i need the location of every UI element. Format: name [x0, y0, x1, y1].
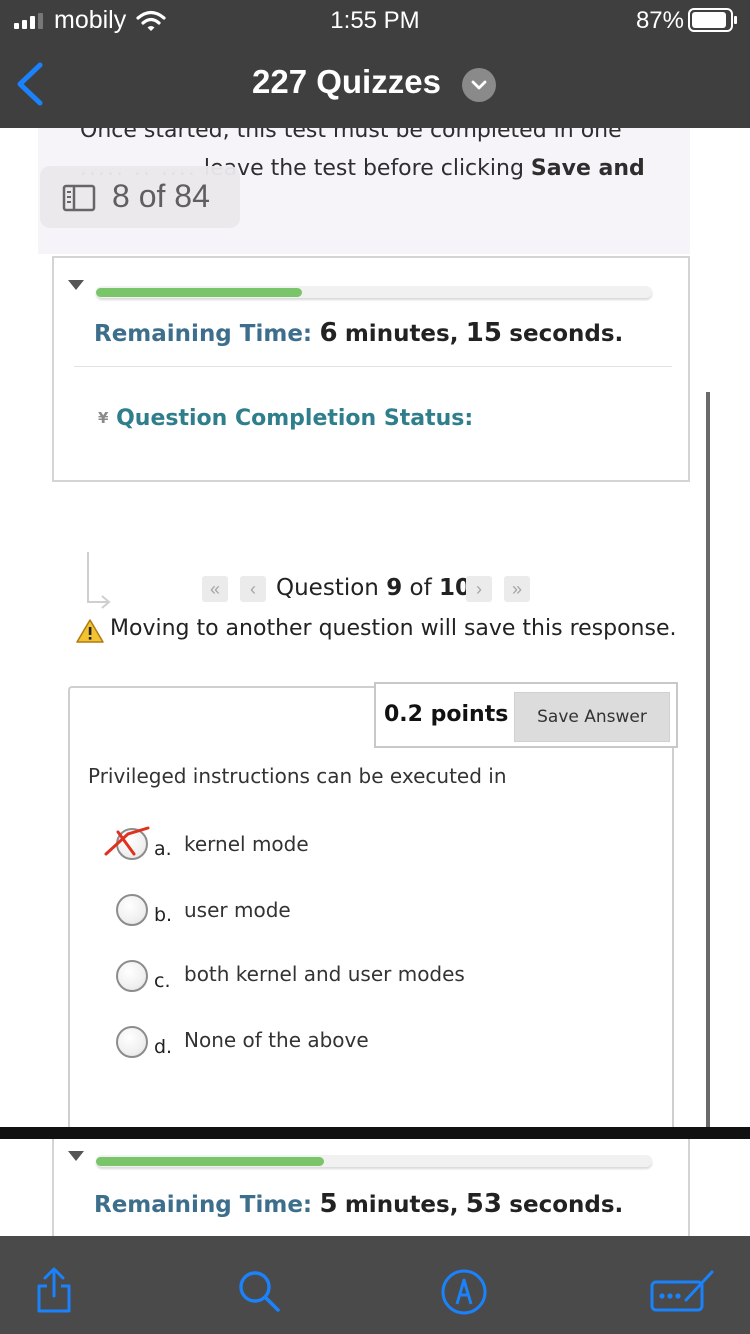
bottom-toolbar	[0, 1236, 750, 1334]
option-letter: c.	[154, 970, 171, 992]
remaining-time: Remaining Time: 5 minutes, 53 seconds.	[94, 1189, 623, 1219]
option-letter: b.	[154, 904, 173, 926]
return-arrow-icon	[87, 552, 111, 609]
share-icon[interactable]	[32, 1266, 76, 1314]
collapse-triangle-icon[interactable]	[68, 280, 84, 290]
expand-chevron-icon: ¥	[98, 409, 109, 427]
page-sidebar-icon	[62, 184, 96, 212]
markup-icon[interactable]	[440, 1268, 488, 1316]
battery-percentage: 87%	[635, 7, 684, 34]
collapse-triangle-icon[interactable]	[68, 1151, 84, 1161]
question-prefix: Question	[276, 575, 387, 601]
screenshot-divider	[0, 1127, 750, 1139]
status-bar: mobily 1:55 PM 87%	[0, 0, 750, 40]
scrollbar[interactable]	[706, 392, 710, 1128]
page-title[interactable]: 227 Quizzes	[252, 63, 441, 101]
search-icon[interactable]	[236, 1268, 282, 1314]
save-answer-button[interactable]: Save Answer	[514, 692, 670, 742]
minutes-unit: minutes,	[344, 321, 459, 347]
chevron-down-icon	[471, 80, 487, 90]
remaining-minutes: 5	[319, 1189, 338, 1219]
option-letter: a.	[154, 838, 172, 860]
remaining-time: Remaining Time: 6 minutes, 15 seconds.	[94, 318, 623, 348]
minutes-unit: minutes,	[344, 1192, 459, 1218]
timer-panel-top: Remaining Time: 6 minutes, 15 seconds. ¥…	[52, 256, 690, 482]
page-indicator-text: 8 of 84	[112, 178, 210, 214]
next-question-button[interactable]: ›	[466, 576, 492, 602]
option-letter: d.	[154, 1036, 173, 1058]
question-of: of	[402, 575, 439, 601]
instructions-line-2-text: leave the test before clicking	[203, 156, 531, 181]
radio-button[interactable]	[116, 960, 148, 992]
remaining-minutes: 6	[319, 318, 338, 348]
seconds-unit: seconds.	[509, 321, 624, 347]
red-annotation-mark	[104, 826, 150, 856]
save-warning-text: Moving to another question will save thi…	[110, 616, 677, 641]
question-completion-status-label: Question Completion Status:	[116, 406, 474, 431]
top-bar: mobily 1:55 PM 87% 227 Quizzes	[0, 0, 750, 128]
seconds-unit: seconds.	[509, 1192, 624, 1218]
radio-button[interactable]	[116, 894, 148, 926]
time-progress-fill	[96, 1157, 324, 1166]
option-text: None of the above	[184, 1028, 369, 1052]
remaining-seconds: 15	[465, 318, 502, 348]
radio-button[interactable]	[116, 1026, 148, 1058]
question-position: Question 9 of 10	[276, 575, 471, 601]
question-points: 0.2 points	[384, 702, 509, 727]
last-question-button[interactable]: »	[504, 576, 530, 602]
instructions-line-2-bold: Save and	[530, 156, 645, 181]
question-completion-status[interactable]: ¥ Question Completion Status:	[98, 406, 473, 431]
previous-question-button[interactable]: ‹	[240, 576, 266, 602]
time-progress-bar	[96, 286, 652, 298]
remaining-seconds: 53	[465, 1189, 502, 1219]
first-question-button[interactable]: «	[202, 576, 228, 602]
back-chevron-icon[interactable]	[14, 62, 46, 106]
points-header: 0.2 points Save Answer	[374, 682, 678, 748]
remaining-time-label: Remaining Time:	[94, 321, 313, 347]
form-fill-icon[interactable]	[650, 1268, 716, 1314]
title-dropdown-button[interactable]	[462, 68, 496, 102]
time-progress-bar	[96, 1155, 652, 1167]
option-text: kernel mode	[184, 832, 309, 856]
instructions-line-1: Once started, this test must be complete…	[80, 128, 622, 143]
battery-icon	[688, 8, 737, 32]
warning-icon	[76, 619, 104, 643]
divider	[74, 366, 672, 367]
question-text: Privileged instructions can be executed …	[88, 764, 507, 788]
remaining-time-label: Remaining Time:	[94, 1192, 313, 1218]
option-text: both kernel and user modes	[184, 962, 465, 986]
time-progress-fill	[96, 288, 302, 297]
question-current: 9	[386, 575, 403, 601]
page-indicator[interactable]: 8 of 84	[40, 166, 240, 228]
option-text: user mode	[184, 898, 291, 922]
